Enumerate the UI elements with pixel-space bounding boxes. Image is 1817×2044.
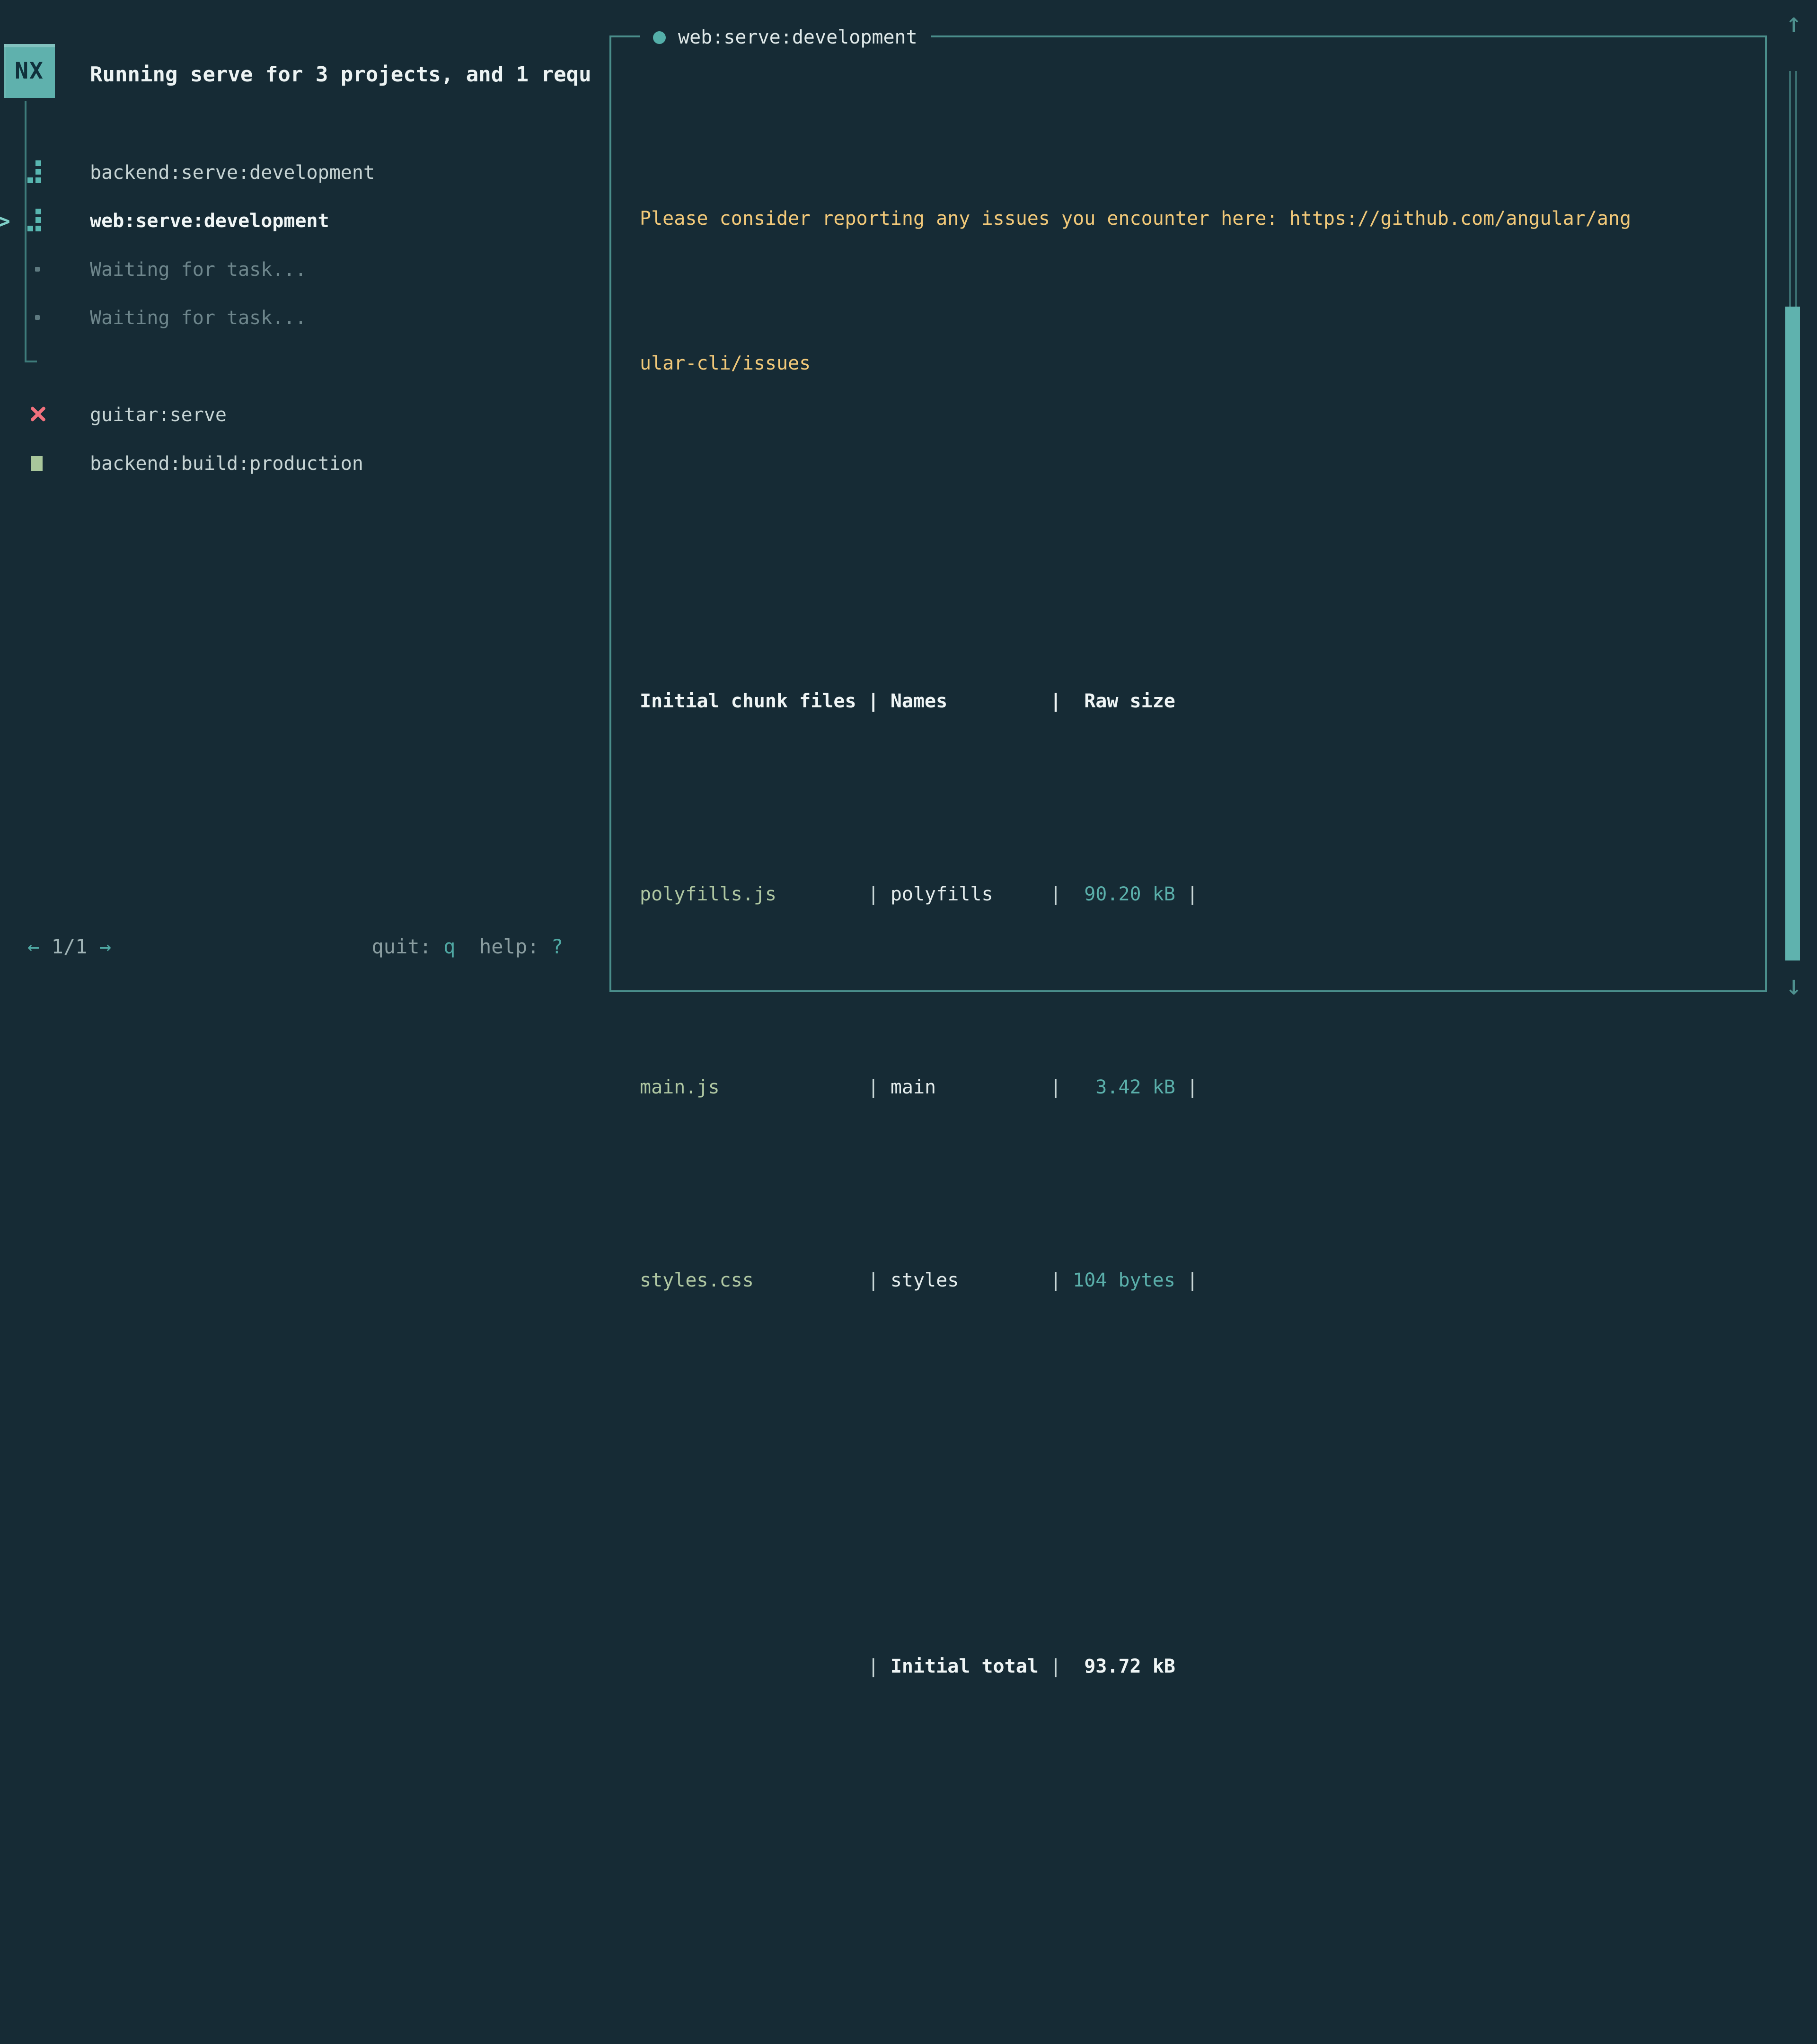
task-label: guitar:serve (90, 404, 227, 426)
pipe-separator: | (1050, 883, 1061, 905)
pipe-separator: | (1187, 1076, 1198, 1098)
pipe-separator: | (1050, 690, 1061, 712)
cell-size: 90.20 kB (1061, 870, 1175, 918)
pipe-separator: | (1050, 1656, 1061, 1677)
issues-message-line1[interactable]: Please consider reporting any issues you… (640, 194, 1746, 243)
cell-name: polyfills (891, 870, 1050, 918)
failed-x-icon (27, 401, 56, 429)
scrollbar-thumb[interactable] (1785, 307, 1800, 960)
cell-size: 104 bytes (1061, 1256, 1175, 1304)
total-label: Initial total (891, 1642, 1050, 1691)
pipe-separator: | (868, 1656, 879, 1677)
header-files: Initial chunk files (640, 677, 868, 725)
cell-name: styles (891, 1256, 1050, 1304)
quit-label: quit: (371, 935, 443, 958)
header-raw-size: Raw size (1061, 677, 1175, 725)
quit-key: q (443, 935, 455, 958)
table-row: main.js|main|3.42 kB| (640, 1063, 1746, 1111)
scrollbar-up-icon[interactable]: ↑ (1777, 7, 1810, 39)
pipe-separator: | (1187, 883, 1198, 905)
task-label: Waiting for task... (90, 307, 307, 329)
issues-message-line2[interactable]: ular-cli/issues (640, 339, 1746, 388)
waiting-dot-icon (27, 304, 56, 332)
task-row-backend-serve[interactable]: backend:serve:development (0, 149, 609, 197)
task-label: Waiting for task... (90, 259, 307, 281)
pipe-separator: | (1050, 1076, 1061, 1098)
task-label: backend:build:production (90, 453, 363, 475)
pipe-separator: | (868, 1076, 879, 1098)
waiting-dot-icon (27, 256, 56, 284)
task-label: backend:serve:development (90, 162, 375, 184)
scrollbar-down-icon[interactable]: ↓ (1777, 969, 1810, 1001)
spinner-icon (27, 207, 56, 235)
help-key: ? (551, 935, 563, 958)
task-row-backend-build[interactable]: backend:build:production (0, 440, 609, 488)
task-label: web:serve:development (90, 210, 329, 232)
task-row-guitar-serve[interactable]: guitar:serve (0, 391, 609, 439)
table-row: styles.css|styles|104 bytes| (640, 1256, 1746, 1304)
selected-chevron-icon: > (0, 208, 10, 234)
cell-file: styles.css (640, 1256, 868, 1304)
cell-size: 3.42 kB (1061, 1063, 1175, 1111)
pipe-separator: | (1187, 1269, 1198, 1291)
pipe-separator: | (868, 1269, 879, 1291)
pipe-separator: | (868, 883, 879, 905)
table-header: Initial chunk files|Names|Raw size (640, 677, 1746, 725)
pipe-separator: | (868, 690, 879, 712)
panel-title-label: web:serve:development (678, 26, 917, 48)
output-panel: web:serve:development Please consider re… (609, 35, 1767, 992)
help-label: help: (479, 935, 551, 958)
task-row-waiting-2[interactable]: Waiting for task... (0, 294, 609, 342)
header-names: Names (891, 677, 1050, 725)
task-group-line-foot (25, 361, 37, 362)
status-bullet-icon (653, 31, 666, 44)
cell-file: main.js (640, 1063, 868, 1111)
cached-square-icon (27, 449, 56, 478)
hotkey-bar: quit: q help: ? (0, 935, 563, 958)
terminal-output: Please consider reporting any issues you… (640, 98, 1746, 2044)
cell-name: main (891, 1063, 1050, 1111)
table-row: polyfills.js|polyfills|90.20 kB| (640, 870, 1746, 918)
spinner-icon (27, 159, 56, 187)
pipe-separator: | (1050, 1269, 1061, 1291)
task-sidebar: NX Running serve for 3 projects, and 1 r… (0, 0, 609, 1022)
app-title: Running serve for 3 projects, and 1 requ (90, 62, 604, 87)
bundle-complete-text: Application bundle generation complete. … (640, 2028, 1746, 2044)
table-total-row: |Initial total|93.72 kB (640, 1642, 1746, 1691)
cell-file: polyfills.js (640, 870, 868, 918)
scrollbar-track[interactable] (1789, 71, 1791, 307)
panel-title: web:serve:development (640, 25, 931, 50)
task-row-web-serve[interactable]: > web:serve:development (0, 197, 609, 245)
total-size: 93.72 kB (1061, 1642, 1175, 1691)
task-row-waiting-1[interactable]: Waiting for task... (0, 246, 609, 294)
nx-logo: NX (4, 44, 55, 98)
scrollbar-track[interactable] (1795, 71, 1797, 307)
